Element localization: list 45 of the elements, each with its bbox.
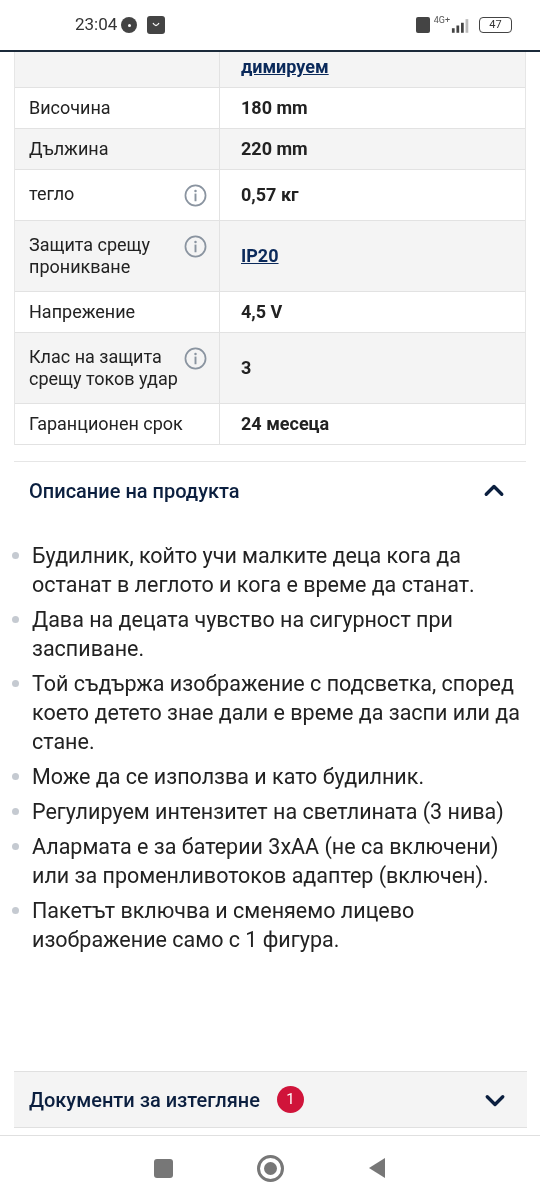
spec-label: Защита срещу проникване <box>29 234 152 278</box>
bullet-icon <box>12 616 19 623</box>
bullet-icon <box>12 907 19 914</box>
spec-label: Дължина <box>29 138 109 160</box>
spec-label: тегло <box>29 183 75 205</box>
battery-indicator: 47 <box>479 17 512 33</box>
section-title: Описание на продукта <box>29 477 240 505</box>
spec-value: 24 месеца <box>241 413 330 435</box>
shopping-icon <box>147 16 166 34</box>
recents-button[interactable] <box>154 1158 173 1178</box>
bullet-icon <box>12 773 19 780</box>
info-icon[interactable] <box>184 235 207 258</box>
spec-value: 3 <box>241 357 252 379</box>
documents-panel[interactable]: Документи за изтегляне 1 <box>14 1071 527 1128</box>
bullet-icon <box>12 843 19 850</box>
info-icon[interactable] <box>184 347 207 370</box>
spec-value: 220 mm <box>241 138 308 160</box>
bullet-text: Може да се използва и като будилник. <box>32 763 425 791</box>
spec-value: 0,57 кг <box>241 184 299 206</box>
bullet-text: Дава на децата чувство на сигурност при заспиване. <box>32 606 454 663</box>
spec-label: Гаранционен срок <box>29 413 183 435</box>
signal-icon <box>451 17 471 33</box>
bullet-text: Регулируем интензитет на светлината (3 нива) <box>32 798 504 826</box>
bullet-icon <box>12 680 19 687</box>
spec-label: Напрежение <box>29 301 136 323</box>
browser-icon <box>121 17 138 33</box>
home-button[interactable] <box>257 1154 284 1182</box>
spec-value: 4,5 V <box>241 301 283 323</box>
bullet-text: Той съдържа изображение с подсветка, според което детето знае дали е време да заспи или да стане. <box>32 670 522 756</box>
status-time: 23:04 <box>75 13 118 37</box>
back-button[interactable] <box>368 1157 386 1179</box>
spec-label: Клас на защита срещу токов удар <box>29 346 179 390</box>
spec-link[interactable]: димируем <box>241 56 329 78</box>
network-type: 4G+ <box>433 14 450 27</box>
spec-label: Височина <box>29 97 111 119</box>
bullet-text: Алармата е за батерии 3xAA (не са включени) или за променливотоков адаптер (включен). <box>32 833 500 890</box>
bullet-text: Пакетът включва и сменяемо лицево изображение само с 1 фигура. <box>32 897 416 954</box>
section-title: Документи за изтегляне <box>29 1086 260 1114</box>
info-icon[interactable] <box>184 184 207 207</box>
bullet-text: Будилник, който учи малките деца кога да останат в леглото и кога е време да станат. <box>32 542 476 599</box>
spec-link[interactable]: IP20 <box>241 245 279 267</box>
spec-value: 180 mm <box>241 97 308 119</box>
bullet-icon <box>12 552 19 559</box>
bullet-icon <box>12 808 19 815</box>
count-badge: 1 <box>276 1086 304 1113</box>
